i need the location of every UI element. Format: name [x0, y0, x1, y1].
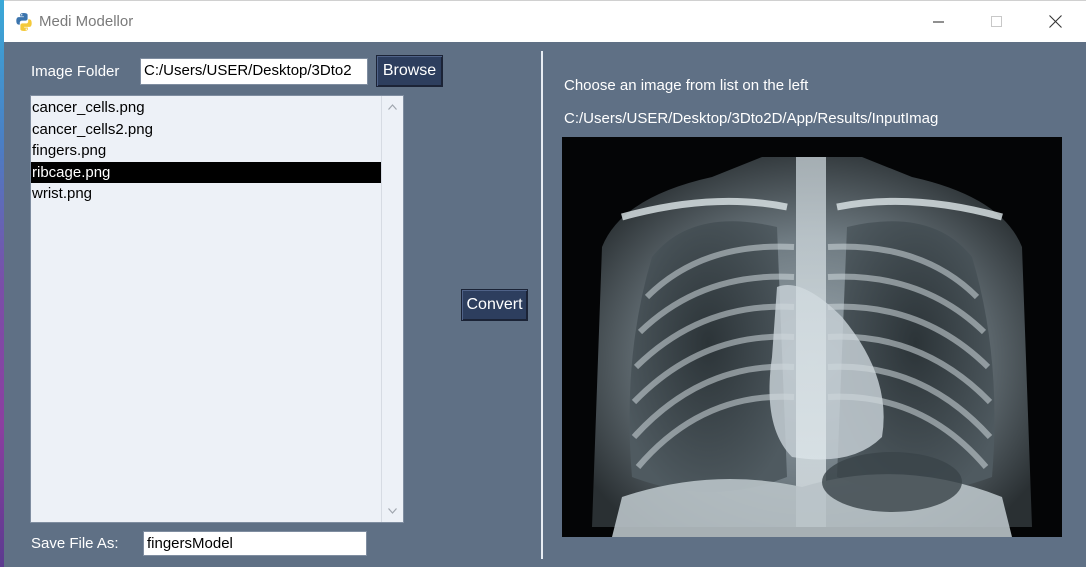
- file-list-item[interactable]: ribcage.png: [31, 161, 382, 183]
- maximize-button[interactable]: [968, 1, 1026, 42]
- scroll-down-button[interactable]: [382, 502, 403, 520]
- file-list-item[interactable]: fingers.png: [31, 140, 382, 161]
- file-list-item[interactable]: cancer_cells.png: [31, 97, 382, 118]
- title-bar: Medi Modellor: [4, 0, 1086, 42]
- close-icon: [1048, 15, 1062, 28]
- xray-preview-image: [562, 137, 1062, 537]
- convert-button[interactable]: Convert: [461, 289, 528, 321]
- scroll-up-button[interactable]: [382, 98, 403, 116]
- image-file-list[interactable]: cancer_cells.png cancer_cells2.png fingers…: [30, 95, 404, 523]
- python-icon: [16, 13, 32, 31]
- file-list-item[interactable]: cancer_cells2.png: [31, 119, 382, 140]
- panel-divider: [541, 51, 543, 559]
- close-button[interactable]: [1026, 1, 1084, 42]
- save-file-name-input[interactable]: fingersModel: [143, 531, 367, 556]
- browse-button[interactable]: Browse: [376, 55, 443, 87]
- app-window: Medi Modellor Image Folder C:/Users/USER…: [4, 0, 1086, 567]
- chevron-down-icon: [388, 508, 397, 514]
- file-list-item[interactable]: wrist.png: [31, 183, 382, 204]
- image-folder-label: Image Folder: [31, 63, 120, 80]
- preview-instruction: Choose an image from list on the left: [564, 77, 809, 94]
- maximize-icon: [991, 15, 1002, 27]
- chevron-up-icon: [388, 104, 397, 110]
- image-folder-path-input[interactable]: C:/Users/USER/Desktop/3Dto2: [140, 58, 368, 85]
- minimize-icon: [933, 21, 944, 22]
- preview-image-path: C:/Users/USER/Desktop/3Dto2D/App/Results…: [564, 110, 939, 127]
- list-scrollbar[interactable]: [381, 96, 403, 522]
- minimize-button[interactable]: [910, 1, 968, 42]
- window-title: Medi Modellor: [39, 13, 134, 30]
- save-file-label: Save File As:: [31, 535, 119, 552]
